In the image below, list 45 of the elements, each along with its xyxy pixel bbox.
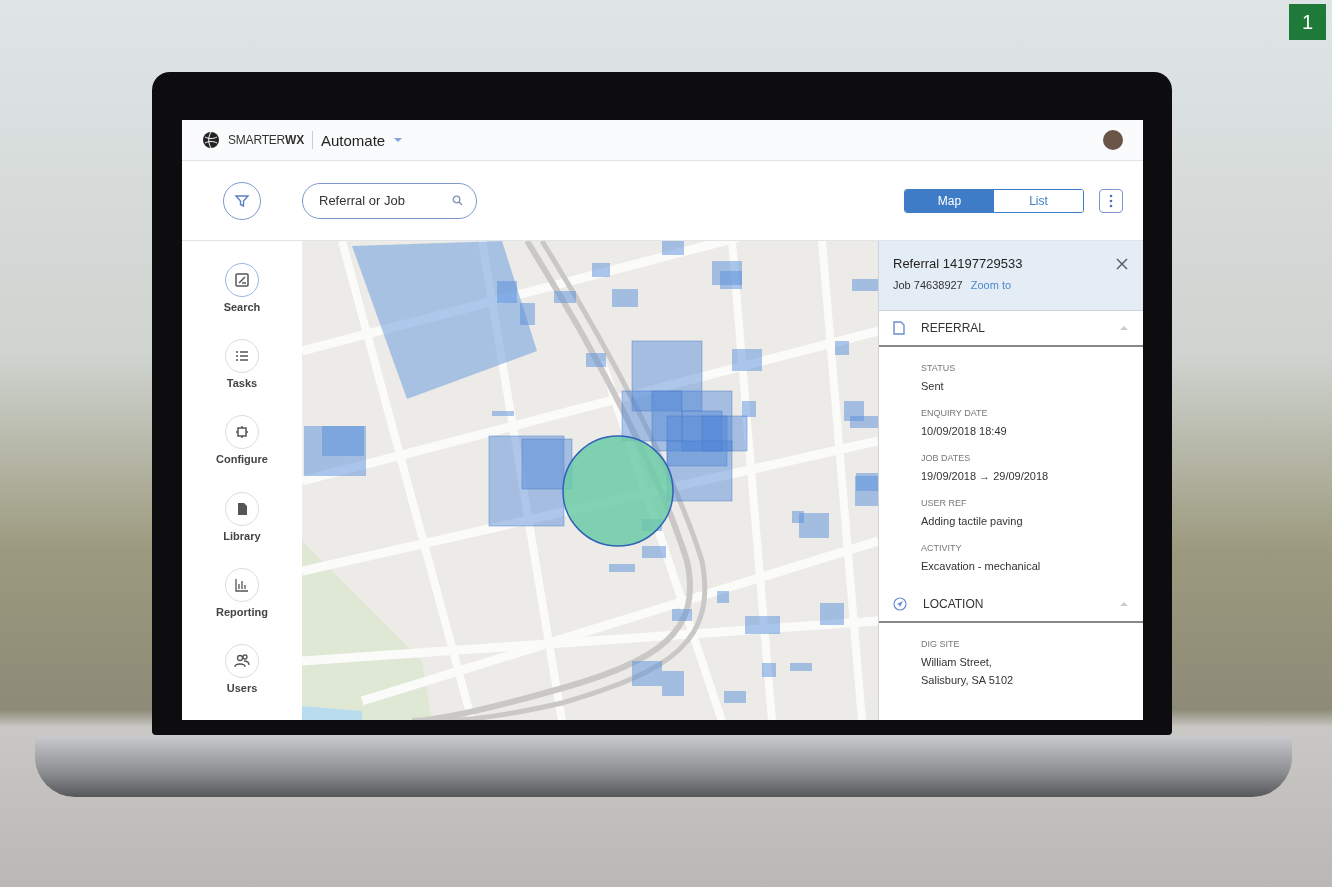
close-icon [1116, 258, 1128, 270]
users-icon [233, 651, 251, 670]
sidebar-item[interactable]: Search [223, 263, 261, 340]
sidebar-item[interactable]: Reporting [216, 567, 268, 644]
section-title: REFERRAL [921, 321, 986, 335]
filter-icon [234, 192, 250, 209]
sidebar-item[interactable]: Configure [216, 415, 268, 492]
field-label: DIG SITE [921, 639, 961, 649]
field-value: William Street, Salisbury, SA 5102 [921, 655, 1015, 688]
field-value: Adding tactile paving [921, 514, 1024, 529]
avatar[interactable] [1103, 130, 1123, 150]
brand-name: SMARTERWX [228, 133, 304, 147]
search-field[interactable]: Referral or Job [302, 182, 477, 219]
caret-icon[interactable] [393, 137, 404, 143]
sidebar-item[interactable]: Library [223, 491, 261, 568]
field-label: JOB DATES [921, 453, 972, 463]
figure-number: 1 [1289, 4, 1326, 40]
field-value: Excavation - mechanical [921, 559, 1042, 574]
search-icon [452, 194, 463, 206]
field-value: Sent [921, 379, 945, 394]
chevron-icon[interactable] [1119, 325, 1129, 331]
close-button[interactable] [1115, 258, 1129, 272]
field-value: 10/09/2018 18:49 [921, 424, 1008, 439]
field-label: ENQUIRY DATE [921, 408, 989, 418]
field-label: ACTIVITY [921, 543, 963, 553]
document-icon [893, 321, 905, 335]
job-number: Job 74638927 [893, 279, 963, 291]
filter-button[interactable] [223, 181, 261, 220]
kebab-icon [1109, 193, 1113, 208]
checklist-square-icon [233, 271, 251, 289]
field-label: USER REF [921, 498, 968, 508]
section-header[interactable]: REFERRAL [879, 311, 1143, 347]
chevron-icon[interactable] [1119, 601, 1129, 607]
referral-title: Referral 14197729533 [893, 256, 1024, 271]
field-value: 19/09/2018 → 29/09/2018 [921, 469, 1050, 484]
more-button[interactable] [1099, 188, 1123, 213]
globe-logo-icon [202, 131, 220, 149]
sidebar-item[interactable]: Tasks [225, 339, 259, 416]
section-title: LOCATION [923, 597, 985, 611]
sidebar-item[interactable]: Users [225, 643, 259, 720]
map-drawing[interactable] [302, 241, 878, 720]
section-header[interactable]: LOCATION [879, 587, 1143, 623]
field-label: STATUS [921, 363, 957, 373]
product-name[interactable]: Automate [321, 131, 386, 149]
view-tab[interactable]: Map [905, 189, 994, 212]
